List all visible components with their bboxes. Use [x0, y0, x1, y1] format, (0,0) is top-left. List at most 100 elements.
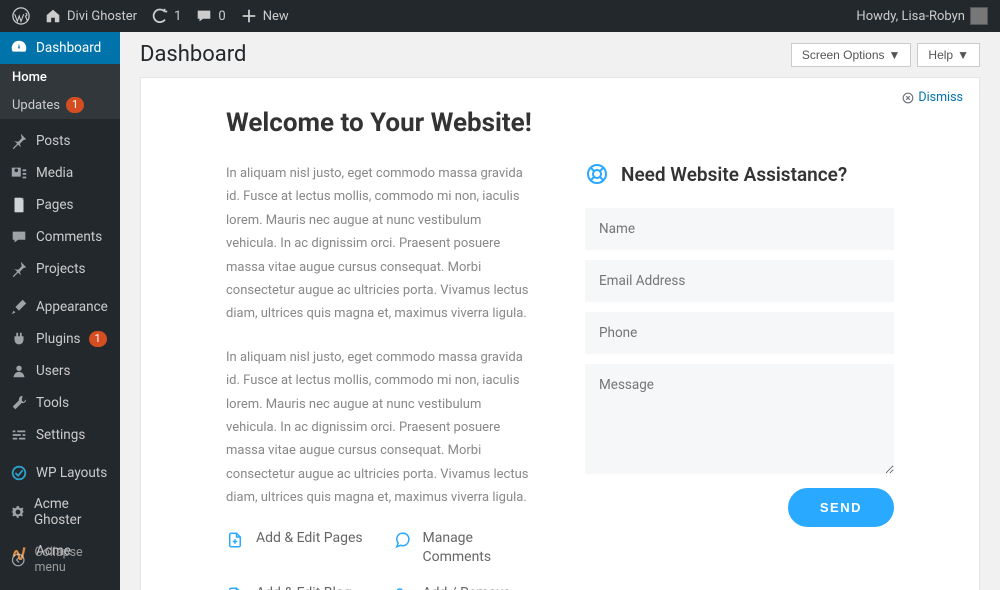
menu-pages[interactable]: Pages — [0, 189, 120, 221]
layout-icon — [10, 464, 28, 482]
admin-bar: Divi Ghoster 1 0 New Howdy, Lisa-Robyn — [0, 0, 1000, 32]
updates-count-label: 1 — [174, 9, 181, 24]
home-icon — [44, 7, 62, 25]
comment-icon — [195, 7, 213, 25]
menu-label: Settings — [36, 427, 85, 443]
assist-column: Need Website Assistance? SEND — [585, 162, 894, 590]
welcome-title: Welcome to Your Website! — [226, 108, 894, 138]
help-button[interactable]: Help ▼ — [917, 43, 980, 67]
screen-options-button[interactable]: Screen Options ▼ — [791, 43, 912, 67]
screen-meta-buttons: Screen Options ▼ Help ▼ — [791, 43, 980, 67]
file-text-icon — [226, 586, 244, 590]
welcome-paragraph: In aliquam nisl justo, eget commodo mass… — [226, 162, 535, 326]
submenu-label: Updates — [12, 98, 60, 113]
chevron-down-icon: ▼ — [957, 48, 969, 62]
site-link[interactable]: Divi Ghoster — [44, 7, 137, 25]
file-plus-icon — [226, 531, 244, 549]
collapse-icon — [10, 551, 26, 569]
collapse-menu[interactable]: Collapse menu — [0, 538, 120, 582]
menu-tools[interactable]: Tools — [0, 387, 120, 419]
quick-label: Add / Remove Users — [423, 584, 536, 590]
admin-bar-left: Divi Ghoster 1 0 New — [12, 7, 289, 25]
sliders-icon — [10, 426, 28, 444]
menu-label: WP Layouts — [36, 465, 107, 481]
menu-label: Plugins — [36, 331, 81, 347]
comments-link[interactable]: 0 — [195, 7, 225, 25]
menu-users[interactable]: Users — [0, 355, 120, 387]
updates-link[interactable]: 1 — [151, 7, 181, 25]
quick-edit-pages[interactable]: Add & Edit Pages — [226, 529, 369, 565]
menu-wp-layouts[interactable]: WP Layouts — [0, 457, 120, 489]
howdy-label: Howdy, Lisa-Robyn — [856, 9, 965, 24]
menu-settings[interactable]: Settings — [0, 419, 120, 451]
assist-heading: Need Website Assistance? — [585, 162, 894, 186]
dismiss-button[interactable]: Dismiss — [902, 90, 963, 105]
name-input[interactable] — [585, 208, 894, 250]
button-label: Help — [928, 48, 953, 62]
submenu-dashboard: Home Updates 1 — [0, 64, 120, 119]
user-icon — [10, 362, 28, 380]
admin-bar-right: Howdy, Lisa-Robyn — [856, 7, 988, 25]
welcome-paragraph: In aliquam nisl justo, eget commodo mass… — [226, 346, 535, 510]
media-icon — [10, 164, 28, 182]
menu-label: Comments — [36, 229, 102, 245]
email-input[interactable] — [585, 260, 894, 302]
quick-manage-comments[interactable]: Manage Comments — [393, 529, 536, 565]
collapse-label: Collapse menu — [34, 545, 110, 575]
plug-icon — [10, 330, 28, 348]
message-input[interactable] — [585, 364, 894, 474]
brush-icon — [10, 298, 28, 316]
welcome-left-column: In aliquam nisl justo, eget commodo mass… — [226, 162, 535, 590]
wp-logo[interactable] — [12, 7, 30, 25]
quick-label: Manage Comments — [423, 529, 536, 565]
menu-posts[interactable]: Posts — [0, 125, 120, 157]
main-content: Dashboard Screen Options ▼ Help ▼ Dismis… — [120, 32, 1000, 590]
badge: 1 — [66, 97, 84, 113]
site-name-label: Divi Ghoster — [67, 9, 137, 24]
menu-plugins[interactable]: Plugins 1 — [0, 323, 120, 355]
page-icon — [10, 196, 28, 214]
dismiss-label: Dismiss — [918, 90, 963, 105]
quick-edit-posts[interactable]: Add & Edit Blog Posts — [226, 584, 369, 590]
menu-projects[interactable]: Projects — [0, 253, 120, 285]
page-title: Dashboard — [140, 42, 246, 67]
submenu-updates[interactable]: Updates 1 — [0, 91, 120, 119]
menu-comments[interactable]: Comments — [0, 221, 120, 253]
submenu-label: Home — [12, 70, 47, 85]
menu-dashboard[interactable]: Dashboard — [0, 32, 120, 64]
page-header: Dashboard Screen Options ▼ Help ▼ — [140, 42, 980, 67]
phone-input[interactable] — [585, 312, 894, 354]
pin-icon — [10, 260, 28, 278]
menu-label: Dashboard — [36, 40, 101, 56]
lifebuoy-icon — [585, 162, 609, 186]
dismiss-icon — [902, 92, 914, 104]
wrench-icon — [10, 394, 28, 412]
send-button[interactable]: SEND — [788, 488, 894, 527]
submenu-home[interactable]: Home — [0, 64, 120, 91]
avatar — [970, 7, 988, 25]
assist-heading-label: Need Website Assistance? — [621, 163, 847, 186]
menu-label: Appearance — [36, 299, 108, 315]
badge: 1 — [89, 331, 107, 347]
quick-label: Add & Edit Pages — [256, 529, 363, 547]
wordpress-icon — [12, 7, 30, 25]
menu-label: Users — [36, 363, 70, 379]
menu-label: Posts — [36, 133, 70, 149]
new-link[interactable]: New — [240, 7, 289, 25]
menu-acme-ghoster[interactable]: Acme Ghoster — [0, 489, 120, 535]
welcome-panel: Dismiss Welcome to Your Website! In aliq… — [140, 77, 980, 590]
comments-count-label: 0 — [218, 9, 225, 24]
menu-label: Tools — [36, 395, 69, 411]
refresh-icon — [151, 7, 169, 25]
quick-links: Add & Edit Pages Manage Comments Add & E… — [226, 529, 535, 590]
account-link[interactable]: Howdy, Lisa-Robyn — [856, 7, 988, 25]
button-label: Screen Options — [802, 48, 885, 62]
admin-sidebar: Dashboard Home Updates 1 Posts Media Page… — [0, 32, 120, 590]
chevron-down-icon: ▼ — [889, 48, 901, 62]
menu-media[interactable]: Media — [0, 157, 120, 189]
new-label: New — [263, 9, 289, 24]
menu-appearance[interactable]: Appearance — [0, 291, 120, 323]
quick-add-users[interactable]: Add / Remove Users — [393, 584, 536, 590]
dashboard-icon — [10, 39, 28, 57]
menu-label: Pages — [36, 197, 74, 213]
